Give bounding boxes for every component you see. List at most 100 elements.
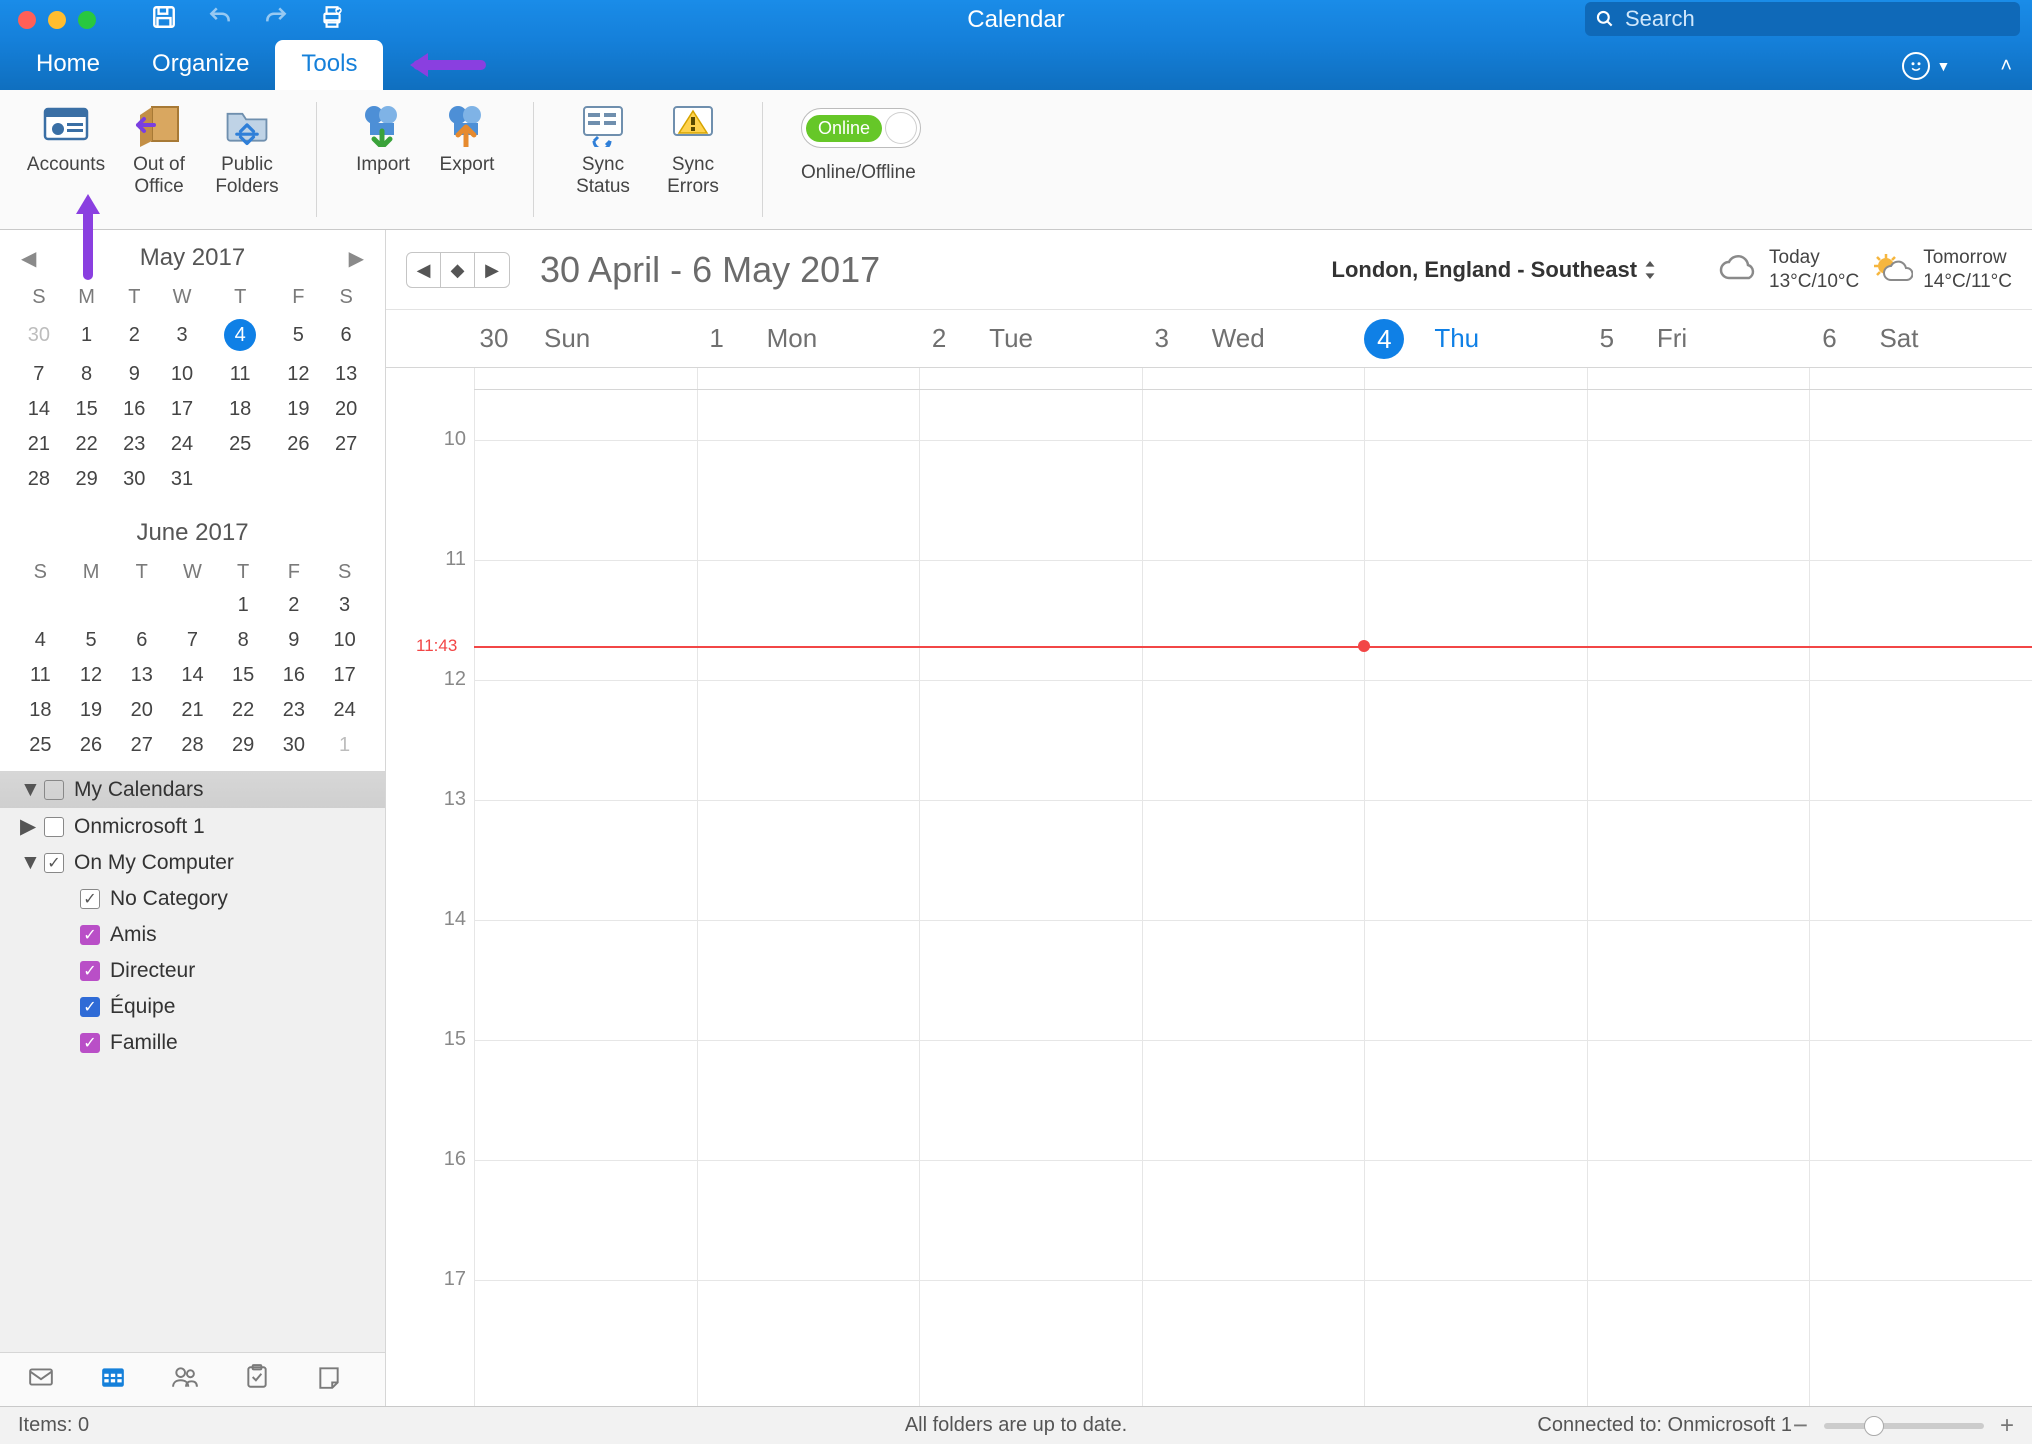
mini-calendar-day[interactable]: 11 <box>15 658 66 693</box>
mini-calendar-day[interactable]: 14 <box>15 392 63 427</box>
mini-calendar-day[interactable]: 2 <box>269 588 320 623</box>
sync-errors-button[interactable]: Sync Errors <box>648 100 738 198</box>
mini-calendar-day[interactable]: 28 <box>15 462 63 497</box>
mini-calendar-day[interactable]: 28 <box>167 728 218 763</box>
next-week-icon[interactable]: ▶ <box>475 253 509 287</box>
mini-calendar-day[interactable] <box>275 462 323 497</box>
checkbox-icon[interactable] <box>44 817 64 837</box>
mini-calendar-day[interactable]: 10 <box>319 623 370 658</box>
out-of-office-button[interactable]: Out of Office <box>116 100 202 198</box>
calendar-list-item[interactable]: ✓Amis <box>0 917 385 953</box>
mini-calendar-day[interactable]: 10 <box>158 357 206 392</box>
mini-calendar-day[interactable]: 4 <box>15 623 66 658</box>
prev-month-icon[interactable]: ◀ <box>21 246 36 271</box>
minimize-window-button[interactable] <box>48 11 66 29</box>
day-header[interactable]: 6Sat <box>1809 310 2032 367</box>
online-offline-toggle[interactable]: Online <box>801 108 921 148</box>
prev-week-icon[interactable]: ◀ <box>407 253 441 287</box>
today-button-icon[interactable]: ◆ <box>441 253 475 287</box>
mini-calendar-day[interactable]: 1 <box>218 588 269 623</box>
mini-calendar-day[interactable]: 8 <box>218 623 269 658</box>
checkbox-icon[interactable]: ✓ <box>80 961 100 981</box>
mini-calendar-day[interactable]: 13 <box>116 658 167 693</box>
mini-calendar-may[interactable]: ◀ May 2017 ▶ SMTWTFS30123456789101112131… <box>0 230 385 505</box>
mini-calendar-day[interactable]: 7 <box>167 623 218 658</box>
calendar-list-item[interactable]: ✓Directeur <box>0 953 385 989</box>
undo-icon[interactable] <box>207 4 233 36</box>
mini-calendar-day[interactable]: 26 <box>66 728 117 763</box>
mini-calendar-day[interactable]: 24 <box>319 693 370 728</box>
calendar-list-item[interactable]: ✓Famille <box>0 1025 385 1061</box>
mini-calendar-day[interactable]: 1 <box>319 728 370 763</box>
mini-calendar-day[interactable]: 18 <box>206 392 275 427</box>
save-icon[interactable] <box>151 4 177 36</box>
mini-calendar-day[interactable]: 1 <box>63 313 111 357</box>
mini-calendar-day[interactable]: 13 <box>322 357 370 392</box>
calendar-list-item[interactable]: ▶Onmicrosoft 1 <box>0 808 385 845</box>
mini-calendar-day[interactable]: 23 <box>110 427 158 462</box>
print-icon[interactable] <box>319 4 345 36</box>
accounts-button[interactable]: Accounts <box>16 100 116 176</box>
mini-calendar-day[interactable]: 15 <box>63 392 111 427</box>
mini-calendar-day[interactable]: 17 <box>158 392 206 427</box>
export-button[interactable]: Export <box>425 100 509 176</box>
mini-calendar-day[interactable]: 22 <box>218 693 269 728</box>
mail-icon[interactable] <box>26 1364 56 1396</box>
day-header[interactable]: 3Wed <box>1142 310 1365 367</box>
hour-grid[interactable]: 101112131415161711:43 <box>386 390 2032 1406</box>
mini-calendar-day[interactable]: 5 <box>66 623 117 658</box>
mini-calendar-day[interactable] <box>167 588 218 623</box>
weather-location[interactable]: London, England - Southeast <box>1332 257 1658 283</box>
mini-calendar-day[interactable]: 29 <box>218 728 269 763</box>
import-button[interactable]: Import <box>341 100 425 176</box>
mini-calendar-day[interactable]: 8 <box>63 357 111 392</box>
public-folders-button[interactable]: Public Folders <box>202 100 292 198</box>
checkbox-icon[interactable]: ✓ <box>80 925 100 945</box>
mini-calendar-day[interactable]: 3 <box>158 313 206 357</box>
mini-calendar-day[interactable]: 26 <box>275 427 323 462</box>
mini-calendar-day[interactable]: 19 <box>275 392 323 427</box>
feedback-smiley-icon[interactable]: ▼ <box>1902 52 1950 80</box>
collapse-ribbon-icon[interactable]: ˄ <box>2000 55 2012 78</box>
weather-today[interactable]: Today13°C/10°C <box>1717 246 1859 294</box>
mini-calendar-day[interactable]: 5 <box>275 313 323 357</box>
checkbox-icon[interactable] <box>44 780 64 800</box>
search-box[interactable] <box>1585 2 2020 36</box>
mini-calendar-day[interactable]: 27 <box>116 728 167 763</box>
mini-calendar-day[interactable]: 21 <box>167 693 218 728</box>
calendar-list-item[interactable]: ✓No Category <box>0 881 385 917</box>
mini-calendar-day[interactable] <box>116 588 167 623</box>
notes-icon[interactable] <box>314 1364 344 1396</box>
zoom-in-icon[interactable]: + <box>2000 1412 2014 1440</box>
mini-calendar-day[interactable] <box>66 588 117 623</box>
mini-calendar-day[interactable]: 3 <box>319 588 370 623</box>
mini-calendar-day[interactable]: 23 <box>269 693 320 728</box>
calendar-icon[interactable] <box>98 1364 128 1396</box>
weather-tomorrow[interactable]: Tomorrow14°C/11°C <box>1871 246 2012 294</box>
mini-calendar-day[interactable]: 20 <box>322 392 370 427</box>
expand-icon[interactable]: ▶ <box>20 814 34 839</box>
mini-calendar-day[interactable] <box>15 588 66 623</box>
mini-calendar-day[interactable]: 17 <box>319 658 370 693</box>
tab-tools[interactable]: Tools <box>275 40 383 90</box>
next-month-icon[interactable]: ▶ <box>349 246 364 271</box>
close-window-button[interactable] <box>18 11 36 29</box>
zoom-out-icon[interactable]: − <box>1793 1410 1808 1441</box>
allday-row[interactable] <box>474 368 2032 390</box>
mini-calendar-day[interactable]: 7 <box>15 357 63 392</box>
mini-calendar-day[interactable]: 6 <box>322 313 370 357</box>
sync-status-button[interactable]: Sync Status <box>558 100 648 198</box>
mini-calendar-day[interactable]: 6 <box>116 623 167 658</box>
mini-calendar-day[interactable]: 19 <box>66 693 117 728</box>
zoom-slider[interactable] <box>1824 1423 1984 1429</box>
mini-calendar-day[interactable]: 14 <box>167 658 218 693</box>
mini-calendar-day[interactable]: 27 <box>322 427 370 462</box>
checkbox-icon[interactable]: ✓ <box>44 853 64 873</box>
mini-calendar-day[interactable]: 24 <box>158 427 206 462</box>
checkbox-icon[interactable]: ✓ <box>80 1033 100 1053</box>
checkbox-icon[interactable]: ✓ <box>80 889 100 909</box>
mini-calendar-day[interactable]: 25 <box>206 427 275 462</box>
mini-calendar-day[interactable]: 30 <box>269 728 320 763</box>
mini-calendar-day[interactable]: 20 <box>116 693 167 728</box>
mini-calendar-day[interactable]: 30 <box>15 313 63 357</box>
